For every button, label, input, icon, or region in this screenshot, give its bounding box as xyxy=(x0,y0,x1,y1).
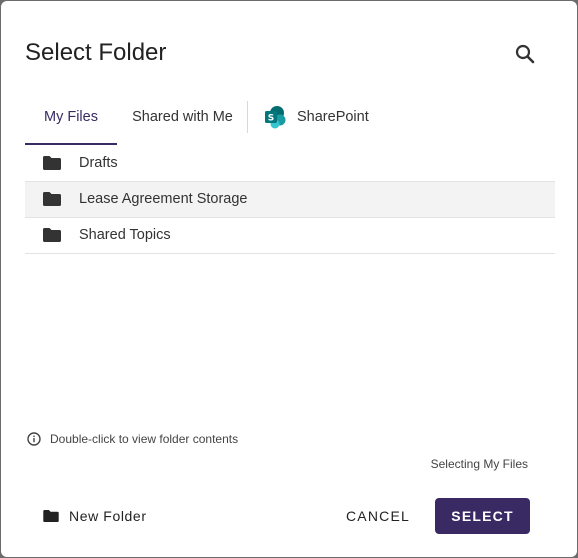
tab-label: SharePoint xyxy=(297,109,369,125)
select-folder-dialog: Select Folder My Files Shared with Me S … xyxy=(1,1,577,557)
sharepoint-icon: S xyxy=(265,106,286,129)
info-icon xyxy=(27,432,41,446)
selection-status: Selecting My Files xyxy=(430,457,528,471)
folder-label: Drafts xyxy=(79,155,118,171)
tab-label: My Files xyxy=(44,109,98,125)
select-button[interactable]: SELECT xyxy=(435,498,530,534)
folder-icon xyxy=(43,192,61,206)
tab-my-files[interactable]: My Files xyxy=(25,97,117,145)
search-icon xyxy=(515,44,535,64)
new-folder-label: New Folder xyxy=(69,508,147,524)
dialog-title: Select Folder xyxy=(25,39,167,66)
tab-label: Shared with Me xyxy=(132,109,233,125)
search-button[interactable] xyxy=(511,40,539,68)
folder-row-shared-topics[interactable]: Shared Topics xyxy=(25,218,555,254)
folder-row-drafts[interactable]: Drafts xyxy=(25,146,555,182)
folder-row-lease-agreement-storage[interactable]: Lease Agreement Storage xyxy=(25,181,555,218)
folder-label: Lease Agreement Storage xyxy=(79,191,248,207)
folder-label: Shared Topics xyxy=(79,227,171,243)
folder-list: Drafts Lease Agreement Storage Shared To… xyxy=(25,146,555,254)
svg-text:S: S xyxy=(268,114,274,124)
hint-text: Double-click to view folder contents xyxy=(50,432,239,446)
tab-sharepoint[interactable]: S SharePoint xyxy=(261,97,381,143)
tab-divider xyxy=(247,101,248,133)
folder-icon xyxy=(43,510,59,522)
folder-icon xyxy=(43,156,61,170)
cancel-button[interactable]: CANCEL xyxy=(337,499,419,533)
tab-shared-with-me[interactable]: Shared with Me xyxy=(125,97,240,143)
source-tabs: My Files Shared with Me S SharePoint xyxy=(25,97,555,147)
folder-icon xyxy=(43,228,61,242)
